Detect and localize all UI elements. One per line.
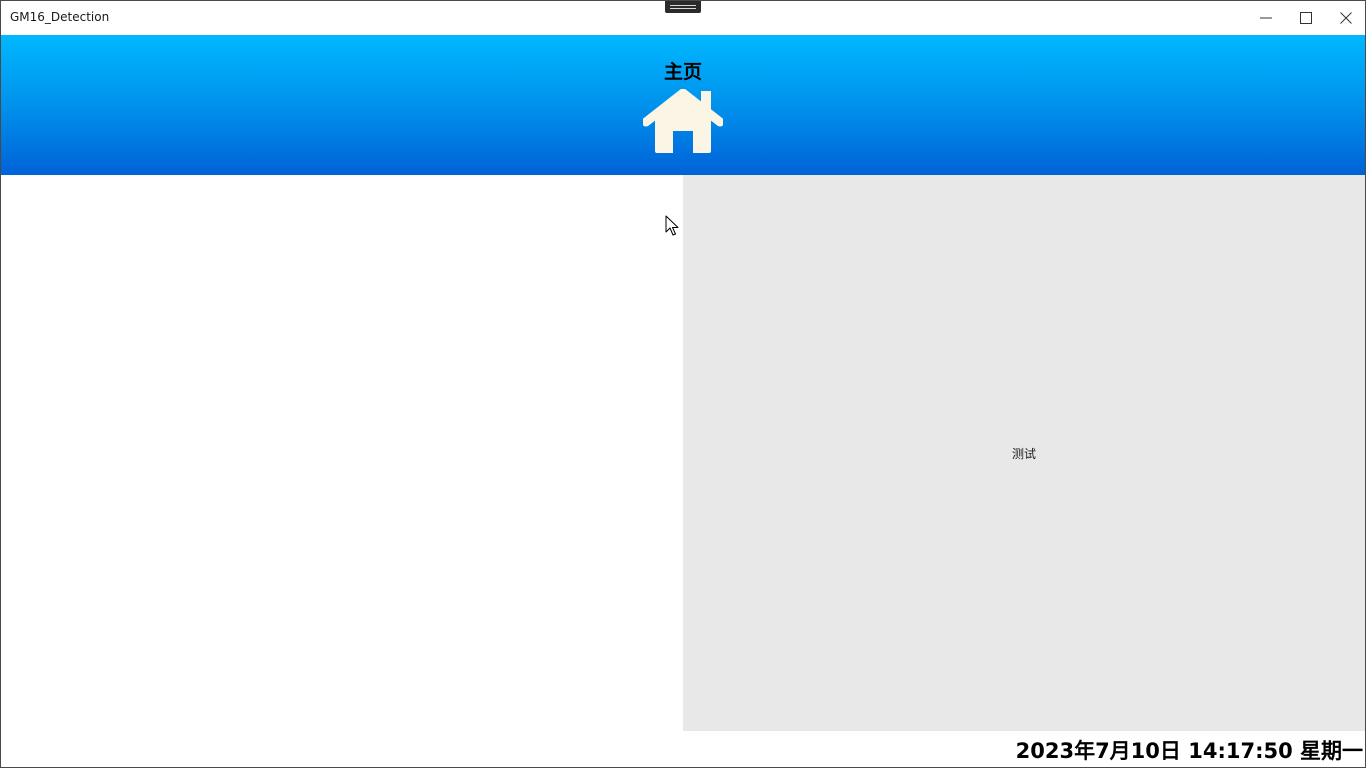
test-text: 测试 bbox=[1011, 447, 1036, 461]
maximize-button[interactable] bbox=[1286, 1, 1326, 35]
minimize-icon bbox=[1260, 17, 1272, 19]
home-icon bbox=[643, 89, 723, 153]
home-nav-button[interactable]: 主页 bbox=[633, 55, 733, 155]
datetime-display: 2023年7月10日 14:17:50 星期一 bbox=[1015, 739, 1363, 763]
close-button[interactable] bbox=[1326, 1, 1365, 35]
right-panel: 测试 bbox=[683, 175, 1365, 731]
mouse-pointer-icon bbox=[665, 215, 679, 236]
minimize-button[interactable] bbox=[1246, 1, 1286, 35]
home-nav-label: 主页 bbox=[663, 61, 702, 83]
snap-handle[interactable] bbox=[665, 1, 701, 13]
maximize-icon bbox=[1300, 12, 1312, 24]
app-window: GM16_Detection 主页 测试 2023年7月10日 14:17:50… bbox=[0, 0, 1366, 768]
title-bar[interactable]: GM16_Detection bbox=[1, 1, 1365, 35]
close-icon bbox=[1340, 12, 1352, 24]
window-title: GM16_Detection bbox=[10, 10, 110, 24]
header-banner: 主页 bbox=[1, 35, 1365, 175]
left-panel bbox=[1, 175, 683, 731]
